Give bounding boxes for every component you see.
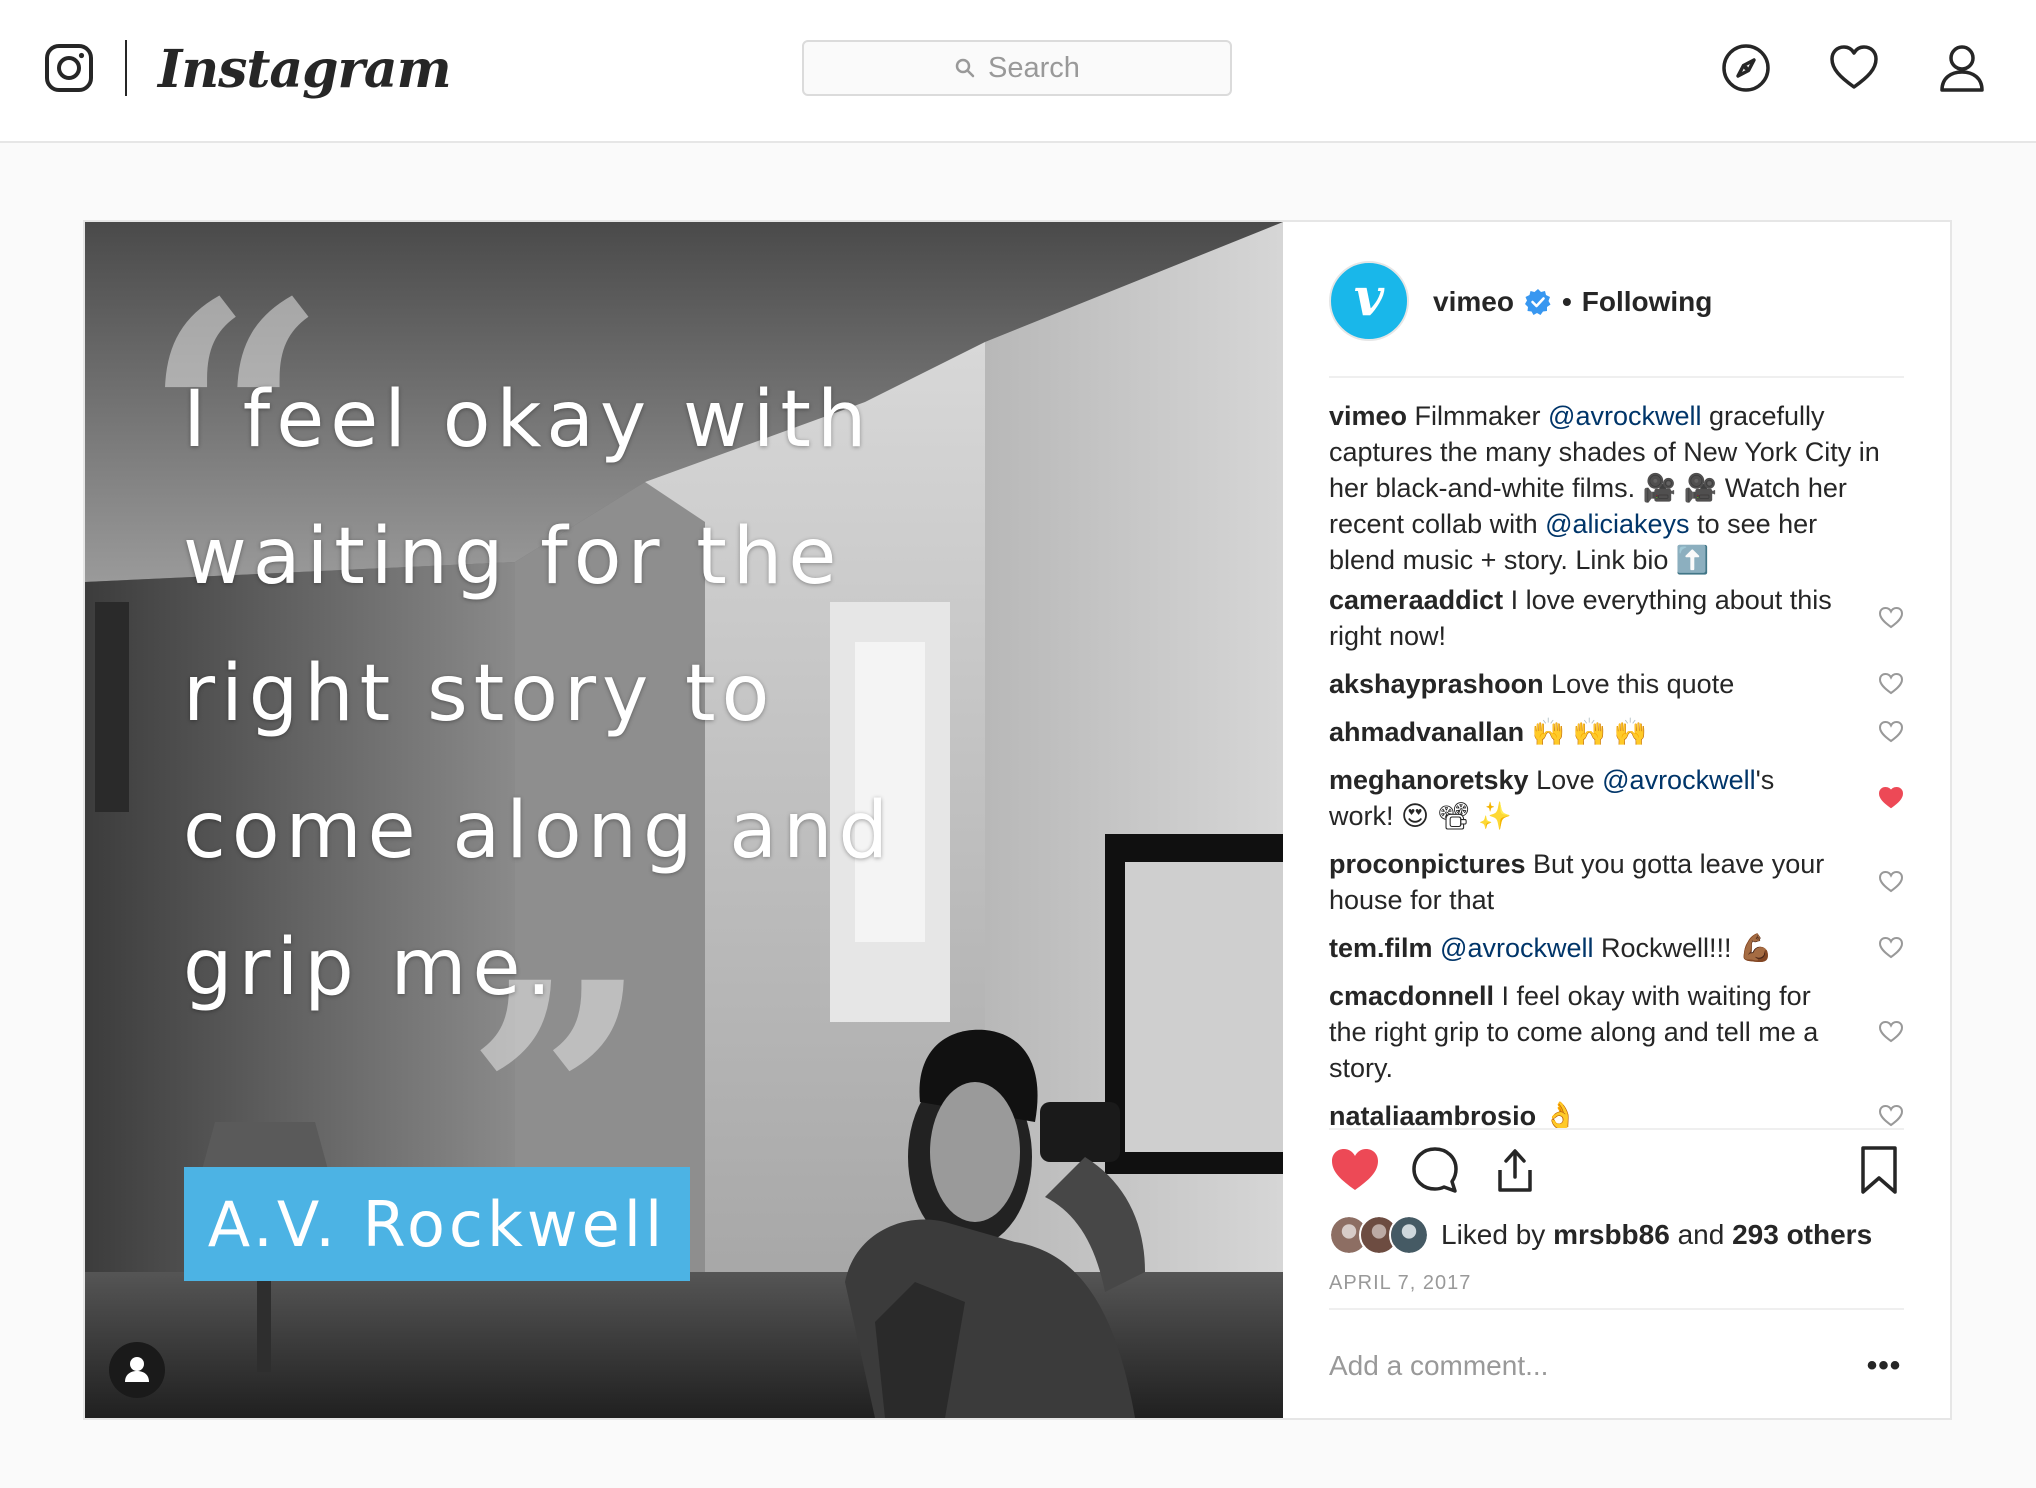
heart-icon[interactable]	[1826, 40, 1882, 96]
comment-text: proconpictures But you gotta leave your …	[1329, 846, 1844, 918]
caption-username[interactable]: vimeo	[1329, 401, 1407, 431]
comment-username[interactable]: proconpictures	[1329, 849, 1526, 879]
comment-row: akshayprashoon Love this quote	[1329, 666, 1904, 702]
comment-bubble-icon[interactable]	[1409, 1144, 1461, 1196]
search-placeholder-wrap: Search	[804, 42, 1230, 94]
post-image[interactable]: “ ” I feel okay with waiting for the rig…	[85, 222, 1283, 1418]
instagram-wordmark-logo[interactable]: Instagram	[158, 30, 452, 110]
comment-username[interactable]: cameraaddict	[1329, 585, 1503, 615]
likes-others[interactable]: 293 others	[1732, 1219, 1872, 1250]
header-line: vimeo • Following	[1433, 280, 1712, 324]
comment-row: cameraaddict I love everything about thi…	[1329, 582, 1904, 654]
search-placeholder: Search	[988, 51, 1080, 84]
comment-body: Rockwell!!! 💪🏾	[1593, 933, 1773, 963]
comment-text: tem.film @avrockwell Rockwell!!! 💪🏾	[1329, 930, 1844, 966]
liker-avatar[interactable]	[1389, 1215, 1429, 1255]
comment-like-heart-icon[interactable]	[1878, 869, 1904, 895]
comment-like-heart-icon[interactable]	[1878, 719, 1904, 745]
author-avatar[interactable]: v	[1329, 261, 1409, 341]
comment-body	[1433, 933, 1441, 963]
comment-body: 🙌 🙌 🙌	[1524, 717, 1648, 747]
comment-row: nataliaambrosio 👌	[1329, 1098, 1904, 1128]
comment-like-heart-icon[interactable]	[1878, 671, 1904, 697]
comment-body: Love this quote	[1543, 669, 1735, 699]
likes-user[interactable]: mrsbb86	[1553, 1219, 1670, 1250]
comment-text: akshayprashoon Love this quote	[1329, 666, 1844, 702]
add-comment-row: •••	[1329, 1308, 1904, 1418]
likes-middle: and	[1669, 1219, 1733, 1250]
post-date[interactable]: APRIL 7, 2017	[1329, 1272, 1471, 1295]
comment-mention[interactable]: @avrockwell	[1602, 765, 1755, 795]
caption-mention-avrockwell[interactable]: @avrockwell	[1548, 401, 1701, 431]
verified-badge-icon	[1524, 289, 1551, 315]
author-username[interactable]: vimeo	[1433, 286, 1514, 318]
post-card: “ ” I feel okay with waiting for the rig…	[83, 220, 1952, 1420]
comments-list[interactable]: vimeo Filmmaker @avrockwell gracefully c…	[1329, 398, 1904, 1128]
comment-body: 👌	[1536, 1101, 1578, 1128]
comment-username[interactable]: akshayprashoon	[1329, 669, 1544, 699]
profile-icon[interactable]	[1934, 40, 1990, 96]
search-box[interactable]: Search	[802, 40, 1232, 96]
bookmark-icon[interactable]	[1853, 1144, 1905, 1196]
caption-text-part: Filmmaker	[1407, 401, 1549, 431]
top-navigation-bar: Instagram Search	[0, 0, 2036, 143]
comment-text: meghanoretsky Love @avrockwell's work! 😍…	[1329, 762, 1844, 834]
following-button[interactable]: Following	[1582, 286, 1713, 318]
tagged-user-button[interactable]	[109, 1342, 165, 1398]
likes-summary: Liked by mrsbb86 and 293 others	[1329, 1212, 1872, 1258]
comment-liked-heart-icon[interactable]	[1878, 785, 1904, 811]
like-heart-icon[interactable]	[1329, 1144, 1381, 1196]
name-tag-text: A.V. Rockwell	[207, 1187, 667, 1261]
likes-prefix: Liked by	[1441, 1219, 1554, 1250]
compass-icon[interactable]	[1718, 40, 1774, 96]
comment-text: cmacdonnell I feel okay with waiting for…	[1329, 978, 1844, 1086]
comment-like-heart-icon[interactable]	[1878, 1019, 1904, 1045]
post-caption: vimeo Filmmaker @avrockwell gracefully c…	[1329, 398, 1889, 578]
comment-row: ahmadvanallan 🙌 🙌 🙌	[1329, 714, 1904, 750]
comment-body: Love	[1528, 765, 1603, 795]
header-separator: •	[1561, 286, 1572, 317]
quote-overlay-text: I feel okay with waiting for the right s…	[183, 375, 895, 1013]
post-side-panel: v vimeo • Following vimeo Filmmaker @avr…	[1283, 222, 1950, 1418]
comment-mention[interactable]: @avrockwell	[1440, 933, 1593, 963]
add-comment-input[interactable]	[1329, 1338, 1809, 1394]
comment-like-heart-icon[interactable]	[1878, 605, 1904, 631]
comment-row: proconpictures But you gotta leave your …	[1329, 846, 1904, 918]
comment-username[interactable]: meghanoretsky	[1329, 765, 1529, 795]
comment-text: nataliaambrosio 👌	[1329, 1098, 1844, 1128]
comment-row: meghanoretsky Love @avrockwell's work! 😍…	[1329, 762, 1904, 834]
vimeo-logo-letter: v	[1353, 267, 1385, 328]
more-options-button[interactable]: •••	[1864, 1346, 1904, 1386]
instagram-glyph-icon[interactable]	[44, 43, 94, 93]
comment-username[interactable]: tem.film	[1329, 933, 1433, 963]
person-icon	[125, 1357, 149, 1382]
caption-mention-aliciakeys[interactable]: @aliciakeys	[1545, 509, 1689, 539]
comment-username[interactable]: cmacdonnell	[1329, 981, 1494, 1011]
post-header: v vimeo • Following	[1329, 222, 1904, 378]
comment-row: cmacdonnell I feel okay with waiting for…	[1329, 978, 1904, 1086]
search-icon	[955, 58, 975, 78]
actions-divider	[1329, 1128, 1904, 1130]
likes-text[interactable]: Liked by mrsbb86 and 293 others	[1441, 1219, 1872, 1251]
comment-like-heart-icon[interactable]	[1878, 935, 1904, 961]
comment-row: tem.film @avrockwell Rockwell!!! 💪🏾	[1329, 930, 1904, 966]
comment-text: ahmadvanallan 🙌 🙌 🙌	[1329, 714, 1844, 750]
comment-text: cameraaddict I love everything about thi…	[1329, 582, 1844, 654]
share-icon[interactable]	[1489, 1144, 1541, 1196]
comment-username[interactable]: nataliaambrosio	[1329, 1101, 1536, 1128]
name-tag-banner: A.V. Rockwell	[184, 1167, 690, 1281]
comment-like-heart-icon[interactable]	[1878, 1103, 1904, 1128]
comment-username[interactable]: ahmadvanallan	[1329, 717, 1524, 747]
nav-divider	[125, 40, 127, 96]
